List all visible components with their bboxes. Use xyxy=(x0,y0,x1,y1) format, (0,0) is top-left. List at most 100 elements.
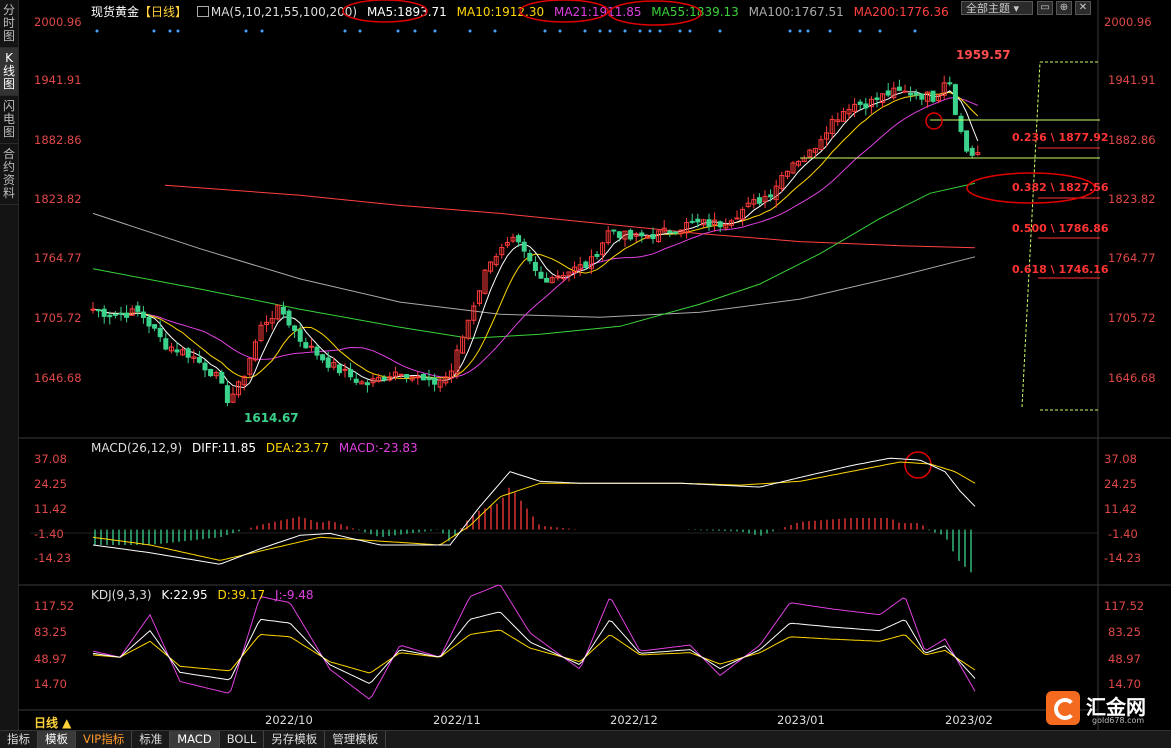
fib-label-0382: 0.382 \ 1827.56 xyxy=(1012,181,1109,194)
candle-body xyxy=(594,254,600,257)
candle-body xyxy=(908,92,914,96)
price-tick-left: 2000.96 xyxy=(34,15,82,29)
kdj-k-value: K:22.95 xyxy=(161,588,208,602)
ma-path xyxy=(92,91,979,380)
macd-cross-highlight xyxy=(904,451,932,479)
tab-save-template[interactable]: 另存模板 xyxy=(264,731,326,748)
kdj-tick-left: 117.52 xyxy=(34,599,75,613)
candle-body xyxy=(146,316,152,327)
candle-body xyxy=(913,92,919,96)
candle-body xyxy=(404,374,410,378)
candle-body xyxy=(432,377,438,385)
candle-body xyxy=(532,261,538,271)
event-dot xyxy=(176,29,180,33)
kdj-j-line xyxy=(92,584,976,700)
fib-label-0500: 0.500 \ 1786.86 xyxy=(1012,222,1109,235)
candle-body xyxy=(527,252,533,262)
ma-path xyxy=(92,97,978,379)
tab-boll[interactable]: BOLL xyxy=(220,731,265,748)
event-dot xyxy=(260,29,264,33)
candle-body xyxy=(896,86,902,91)
macd-diff-value: DIFF:11.85 xyxy=(191,441,257,455)
event-dot xyxy=(648,29,652,33)
kdj-k-line xyxy=(92,611,976,684)
candle-body xyxy=(544,277,550,283)
candle-body xyxy=(208,368,214,377)
event-dot xyxy=(788,29,792,33)
candle-body xyxy=(364,382,370,386)
candle-body xyxy=(857,101,863,105)
candle-body xyxy=(628,229,634,240)
tab-templates[interactable]: 模板 xyxy=(38,731,76,748)
candle-body xyxy=(650,234,656,240)
candle-body xyxy=(863,103,869,109)
macd-title: MACD(26,12,9) xyxy=(91,441,183,455)
fib-price: 1877.92 xyxy=(1058,131,1109,144)
macd-tick-left: 11.42 xyxy=(34,502,67,516)
candle-body xyxy=(353,378,359,383)
event-dot xyxy=(598,29,602,33)
macd-histogram xyxy=(94,487,972,573)
candle-body xyxy=(695,218,701,223)
candle-body xyxy=(202,362,208,371)
candle-body xyxy=(174,349,180,353)
candle-body xyxy=(616,231,622,238)
logo-icon xyxy=(1046,691,1080,725)
annotation-circles xyxy=(342,0,1096,479)
tab-standard[interactable]: 标准 xyxy=(132,731,171,748)
event-dot xyxy=(543,29,547,33)
kdj-j-value: J:-9.48 xyxy=(274,588,314,602)
kdj-title: KDJ(9,3,3) xyxy=(91,588,152,602)
candle-body xyxy=(90,308,96,311)
candle-body xyxy=(706,219,712,227)
kdj-d-value: D:39.17 xyxy=(217,588,266,602)
ma-path xyxy=(164,184,976,249)
price-tick: 1646.68 xyxy=(1108,371,1156,385)
period-selector[interactable]: 日线 ▲ xyxy=(34,714,71,731)
time-tick: 2023/01 xyxy=(777,713,825,727)
price-tick-left: 1705.72 xyxy=(34,311,82,325)
candle-body xyxy=(756,197,762,204)
tab-indicators[interactable]: 指标 xyxy=(0,731,38,748)
kdj-tick-left: 14.70 xyxy=(34,677,67,691)
price-tick-left: 1941.91 xyxy=(34,73,82,87)
candle-body xyxy=(152,324,158,329)
tab-manage-templates[interactable]: 管理模板 xyxy=(325,731,387,748)
macd-tick-left: 37.08 xyxy=(34,452,67,466)
event-dot xyxy=(558,29,562,33)
fib-ratio: 0.618 xyxy=(1012,263,1047,276)
event-dot xyxy=(343,29,347,33)
candle-body xyxy=(947,82,953,85)
macd-value: MACD:-23.83 xyxy=(338,441,418,455)
low-price-label: 1614.67 xyxy=(244,411,299,425)
macd-legend: MACD(26,12,9) DIFF:11.85 DEA:23.77 MACD:… xyxy=(91,441,424,455)
price-tick-left: 1823.82 xyxy=(34,192,82,206)
price-tick: 1882.86 xyxy=(1108,133,1156,147)
kdj-tick: 117.52 xyxy=(1104,599,1145,613)
candle-body xyxy=(398,373,404,376)
candle-body xyxy=(426,377,432,381)
candle-body xyxy=(308,345,314,348)
event-dot xyxy=(608,29,612,33)
price-tick: 1764.77 xyxy=(1108,251,1156,265)
event-dot xyxy=(678,29,682,33)
fib-price: 1786.86 xyxy=(1058,222,1109,235)
candle-body xyxy=(107,314,113,318)
macd-tick: 24.25 xyxy=(1104,477,1137,491)
candle-body xyxy=(672,231,678,234)
fib-price: 1746.16 xyxy=(1058,263,1109,276)
candle-body xyxy=(196,357,202,363)
tab-macd[interactable]: MACD xyxy=(170,731,220,748)
price-chart[interactable] xyxy=(0,0,1171,730)
bottom-toolbar: 指标 模板 VIP指标 标准 MACD BOLL 另存模板 管理模板 xyxy=(0,730,1171,748)
macd-diff-line xyxy=(92,457,976,565)
event-dot xyxy=(168,29,172,33)
tab-vip-indicators[interactable]: VIP指标 xyxy=(76,731,133,748)
candle-body xyxy=(930,90,936,102)
candle-body xyxy=(348,369,354,378)
candle-body xyxy=(902,90,908,93)
candle-body xyxy=(885,90,891,96)
kdj-d-line xyxy=(92,629,976,674)
candle-body xyxy=(135,305,141,312)
event-dot xyxy=(468,29,472,33)
